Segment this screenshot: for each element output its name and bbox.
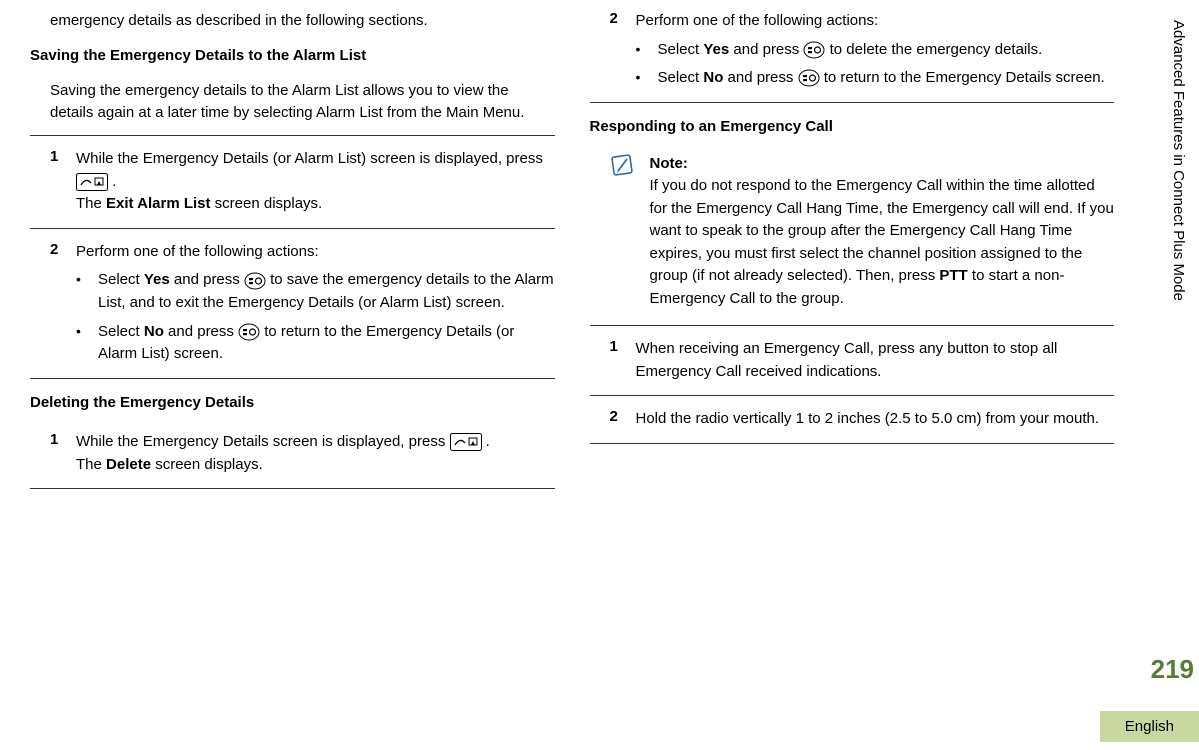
- bullet-marker: •: [636, 39, 644, 62]
- text: and press: [723, 69, 797, 86]
- text: While the Emergency Details screen is di…: [76, 433, 450, 450]
- text: to return to the Emergency Details scree…: [824, 69, 1105, 86]
- text: The: [76, 195, 106, 212]
- step-body: Perform one of the following actions: • …: [76, 241, 555, 366]
- step-number: 2: [50, 241, 62, 366]
- text: screen displays.: [151, 456, 263, 473]
- step-number: 1: [50, 148, 62, 216]
- note-label: Note:: [650, 155, 688, 172]
- bullet-yes: • Select Yes and press to delete the eme…: [636, 39, 1115, 62]
- step-number: 1: [610, 338, 622, 383]
- top-fragment: emergency details as described in the fo…: [50, 10, 555, 32]
- saving-intro: Saving the emergency details to the Alar…: [50, 80, 555, 124]
- bullet-body: Select Yes and press to delete the emerg…: [658, 39, 1115, 62]
- content-columns: emergency details as described in the fo…: [0, 0, 1144, 750]
- heading-deleting: Deleting the Emergency Details: [30, 394, 555, 411]
- text: Select: [98, 323, 144, 340]
- bullet-marker: •: [76, 321, 84, 366]
- text: The: [76, 456, 106, 473]
- delete-step-1: 1 While the Emergency Details screen is …: [30, 419, 555, 489]
- note-body: Note: If you do not respond to the Emerg…: [650, 153, 1115, 311]
- bullet-body: Select Yes and press to save the emergen…: [98, 269, 555, 314]
- text: Select: [98, 272, 144, 289]
- text: .: [112, 173, 116, 190]
- bold-text: PTT: [939, 267, 967, 284]
- bullet-no: • Select No and press to return to the E…: [636, 67, 1115, 90]
- text: and press: [170, 272, 244, 289]
- respond-step-1: 1 When receiving an Emergency Call, pres…: [590, 325, 1115, 395]
- step-number: 2: [610, 408, 622, 431]
- bold-text: No: [144, 323, 164, 340]
- step-body: Perform one of the following actions: • …: [636, 10, 1115, 90]
- step-body: Hold the radio vertically 1 to 2 inches …: [636, 408, 1115, 431]
- bold-text: Yes: [144, 272, 170, 289]
- bullet-marker: •: [636, 67, 644, 90]
- text: and press: [164, 323, 238, 340]
- ok-button-icon: [238, 321, 260, 344]
- menu-button-icon: [76, 171, 108, 194]
- bullet-no: • Select No and press to return to the E…: [76, 321, 555, 366]
- bullet-yes: • Select Yes and press to save the emerg…: [76, 269, 555, 314]
- text: to delete the emergency details.: [830, 41, 1043, 58]
- step-body: When receiving an Emergency Call, press …: [636, 338, 1115, 383]
- language-label: English: [1100, 711, 1199, 742]
- bold-text: Exit Alarm List: [106, 195, 210, 212]
- note-icon: [610, 153, 638, 311]
- bold-text: Yes: [703, 41, 729, 58]
- ok-button-icon: [803, 39, 825, 62]
- chapter-title: Advanced Features in Connect Plus Mode: [1170, 20, 1187, 301]
- bullet-body: Select No and press to return to the Eme…: [98, 321, 555, 366]
- heading-saving: Saving the Emergency Details to the Alar…: [30, 47, 555, 64]
- ok-button-icon: [244, 269, 266, 292]
- page-number: 219: [1151, 654, 1194, 685]
- step-number: 2: [610, 10, 622, 90]
- save-step-2: 2 Perform one of the following actions: …: [30, 228, 555, 379]
- right-sidebar: Advanced Features in Connect Plus Mode 2…: [1144, 0, 1199, 750]
- save-step-1: 1 While the Emergency Details (or Alarm …: [30, 135, 555, 228]
- step-body: While the Emergency Details screen is di…: [76, 431, 555, 476]
- bold-text: No: [703, 69, 723, 86]
- heading-responding: Responding to an Emergency Call: [590, 118, 1115, 135]
- bold-text: Delete: [106, 456, 151, 473]
- left-column: emergency details as described in the fo…: [30, 10, 555, 730]
- bullet-body: Select No and press to return to the Eme…: [658, 67, 1115, 90]
- bullet-marker: •: [76, 269, 84, 314]
- note-block: Note: If you do not respond to the Emerg…: [610, 153, 1115, 311]
- respond-step-2: 2 Hold the radio vertically 1 to 2 inche…: [590, 395, 1115, 444]
- text: screen displays.: [211, 195, 323, 212]
- text: Perform one of the following actions:: [76, 243, 319, 260]
- page-container: emergency details as described in the fo…: [0, 0, 1199, 750]
- text: Perform one of the following actions:: [636, 12, 879, 29]
- text: While the Emergency Details (or Alarm Li…: [76, 150, 543, 167]
- text: and press: [729, 41, 803, 58]
- step-number: 1: [50, 431, 62, 476]
- text: .: [486, 433, 490, 450]
- text: Select: [658, 41, 704, 58]
- step-body: While the Emergency Details (or Alarm Li…: [76, 148, 555, 216]
- text: Select: [658, 69, 704, 86]
- delete-step-2: 2 Perform one of the following actions: …: [590, 10, 1115, 103]
- right-column: 2 Perform one of the following actions: …: [590, 10, 1115, 730]
- ok-button-icon: [798, 67, 820, 90]
- menu-button-icon: [450, 431, 482, 454]
